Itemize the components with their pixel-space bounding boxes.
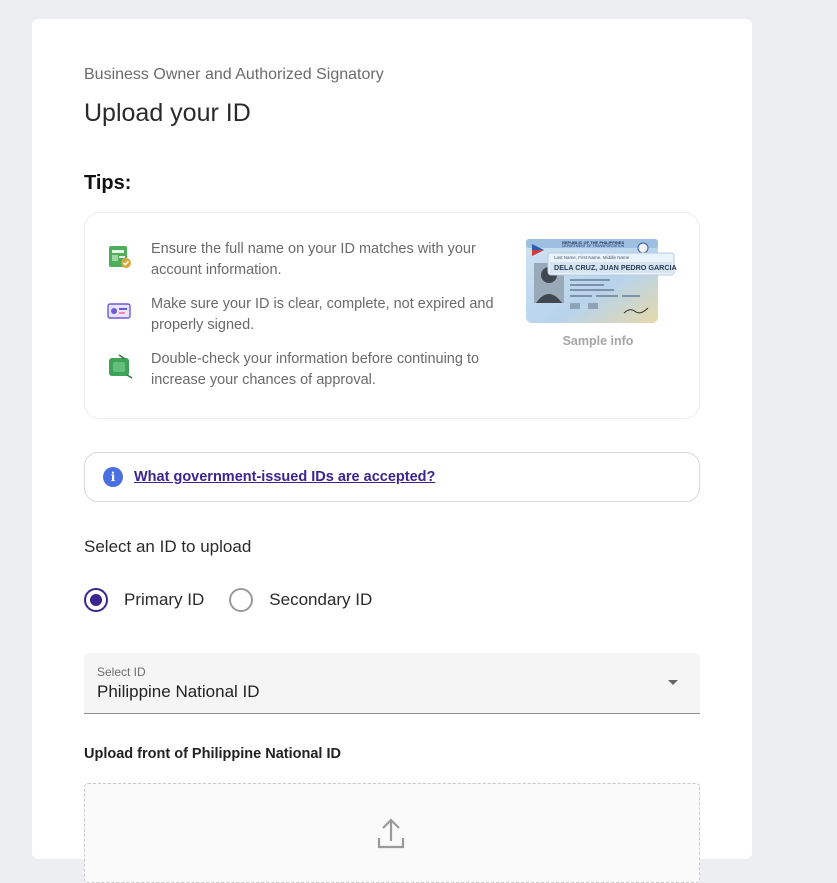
- tip-item: Make sure your ID is clear, complete, no…: [105, 294, 505, 336]
- tips-heading: Tips:: [84, 172, 132, 194]
- select-field-label: Select ID: [97, 665, 146, 679]
- radio-label[interactable]: Secondary ID: [269, 590, 372, 610]
- tip-text: Ensure the full name on your ID matches …: [151, 241, 476, 278]
- tip-text: Double-check your information before con…: [151, 351, 480, 388]
- radio-primary-id[interactable]: Primary ID: [84, 588, 204, 612]
- upload-front-label: Upload front of Philippine National ID: [84, 746, 341, 762]
- sample-caption: Sample info: [562, 334, 634, 348]
- upload-icon[interactable]: [376, 818, 406, 855]
- sample-name-label: Last Name, First Name, Middle Name: [554, 255, 630, 260]
- accepted-ids-banner: i What government-issued IDs are accepte…: [84, 452, 700, 502]
- page-eyebrow: Business Owner and Authorized Signatory: [84, 66, 384, 83]
- upload-dropzone[interactable]: [84, 783, 700, 883]
- radio-checked-icon[interactable]: [84, 588, 108, 612]
- tips-box: Ensure the full name on your ID matches …: [84, 212, 700, 419]
- sample-card-subheader: DEPARTMENT OF TRANSPORTATION: [562, 244, 625, 248]
- wallet-tag-icon: [105, 351, 135, 381]
- radio-secondary-id[interactable]: Secondary ID: [229, 588, 372, 612]
- main-card: Business Owner and Authorized Signatory …: [32, 19, 752, 883]
- page-title: Upload your ID: [84, 99, 251, 127]
- id-check-icon: [105, 241, 135, 271]
- id-type-label: Select an ID to upload: [84, 537, 252, 556]
- info-icon: i: [103, 467, 123, 487]
- select-field-value[interactable]: Philippine National ID: [97, 682, 260, 702]
- id-card-icon: [105, 296, 135, 326]
- accepted-ids-link[interactable]: What government-issued IDs are accepted?: [134, 469, 435, 485]
- caret-down-icon[interactable]: [668, 680, 678, 685]
- id-select-dropdown[interactable]: Select ID Philippine National ID: [84, 653, 700, 714]
- tip-item: Ensure the full name on your ID matches …: [105, 239, 505, 281]
- sample-name-value: DELA CRUZ, JUAN PEDRO GARCIA: [554, 263, 677, 272]
- tip-item: Double-check your information before con…: [105, 349, 505, 391]
- radio-unchecked-icon[interactable]: [229, 588, 254, 612]
- sample-id-image: REPUBLIC OF THE PHILIPPINES DEPARTMENT O…: [526, 239, 677, 330]
- radio-label[interactable]: Primary ID: [124, 590, 204, 610]
- id-type-radio-group: Primary ID Secondary ID: [84, 588, 397, 612]
- tip-text: Make sure your ID is clear, complete, no…: [151, 296, 494, 333]
